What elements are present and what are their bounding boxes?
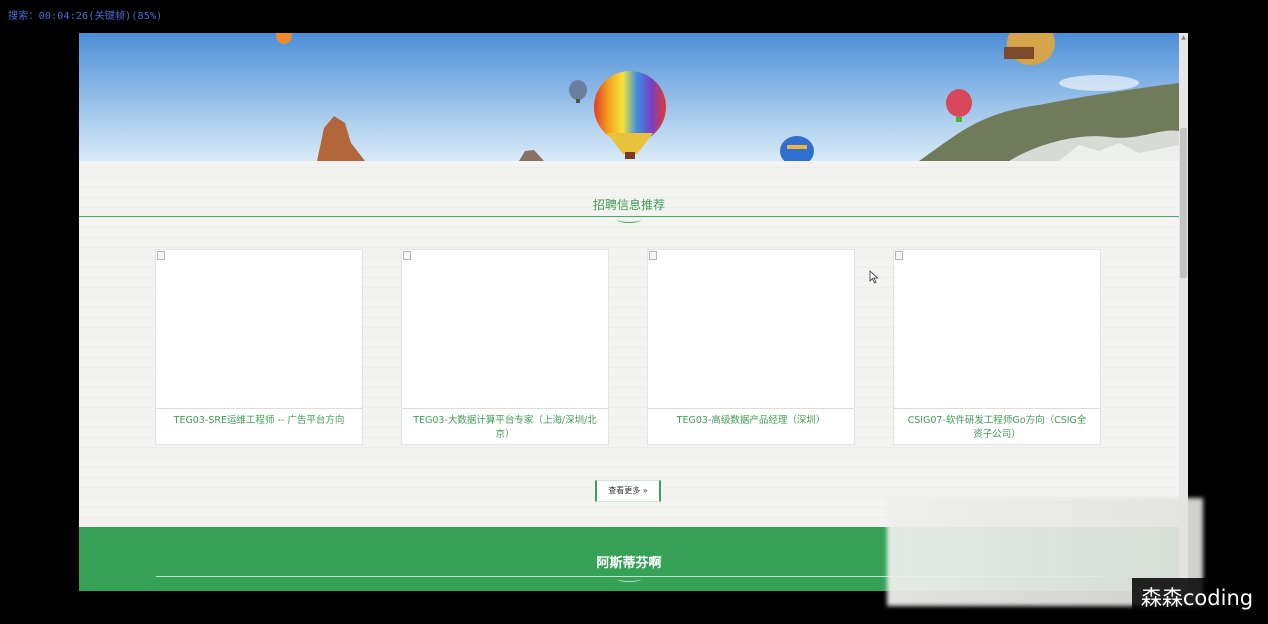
view-more-button[interactable]: 查看更多 »: [595, 480, 661, 502]
broken-image-icon: [157, 251, 165, 260]
job-image[interactable]: [156, 250, 362, 409]
hero-banner: [79, 33, 1179, 161]
broken-image-icon: [403, 251, 411, 260]
job-title[interactable]: TEG03-大数据计算平台专家（上海/深圳/北京）: [412, 414, 598, 442]
recording-timer: 搜索：00:04:26(关键帧)(85%): [8, 11, 163, 22]
job-title[interactable]: TEG03-高级数据产品经理（深圳）: [658, 414, 844, 428]
job-title[interactable]: CSIG07-软件研发工程师Go方向（CSIG全资子公司）: [904, 414, 1090, 442]
job-card[interactable]: TEG03-大数据计算平台专家（上海/深圳/北京）: [401, 249, 609, 445]
broken-image-icon: [649, 251, 657, 260]
job-card[interactable]: CSIG07-软件研发工程师Go方向（CSIG全资子公司）: [893, 249, 1101, 445]
section-title: 招聘信息推荐: [592, 198, 665, 212]
watermark: 森森coding: [1132, 578, 1262, 618]
job-image[interactable]: [648, 250, 854, 409]
job-card[interactable]: TEG03-高级数据产品经理（深圳）: [647, 249, 855, 445]
job-title[interactable]: TEG03-SRE运维工程师 -- 广告平台方向: [166, 414, 352, 428]
job-card[interactable]: TEG03-SRE运维工程师 -- 广告平台方向: [155, 249, 363, 445]
scrollbar-thumb[interactable]: [1180, 128, 1187, 278]
mouse-cursor-icon: [869, 270, 879, 284]
job-image[interactable]: [402, 250, 608, 409]
section-divider-notch: [617, 216, 641, 223]
green-section-divider-notch: [617, 576, 641, 582]
job-image[interactable]: [894, 250, 1100, 409]
broken-image-icon: [895, 251, 903, 260]
recruitment-section: 招聘信息推荐 TEG03-SRE运维工程师 -- 广告平台方向 TEG03-大数…: [79, 161, 1179, 527]
scroll-up-icon[interactable]: ▲: [1179, 33, 1188, 42]
